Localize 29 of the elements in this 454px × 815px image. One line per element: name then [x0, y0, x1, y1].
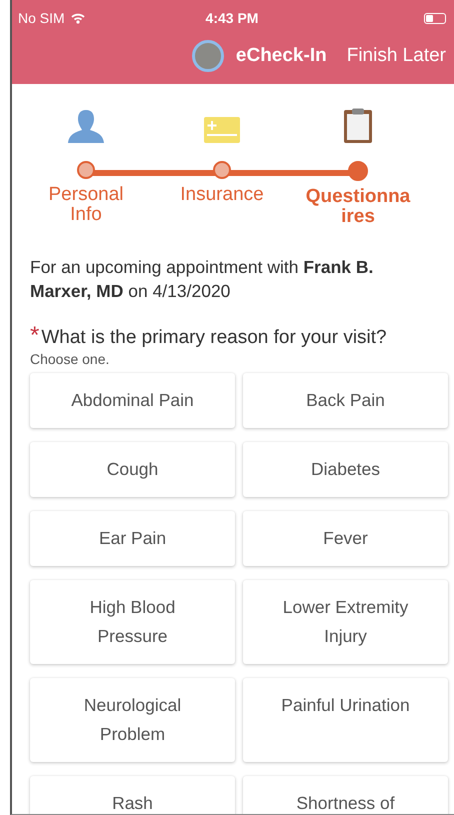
- required-asterisk: *: [30, 327, 40, 345]
- reason-option[interactable]: Diabetes: [243, 442, 448, 497]
- step-label[interactable]: Questionna ires: [303, 187, 413, 227]
- step-label[interactable]: Personal Info: [31, 185, 141, 225]
- reason-option[interactable]: Cough: [30, 442, 235, 497]
- reason-option[interactable]: Fever: [243, 511, 448, 566]
- avatar-placeholder: [192, 40, 224, 72]
- finish-later-button[interactable]: Finish Later: [346, 45, 446, 67]
- reason-option[interactable]: Neurological Problem: [30, 678, 235, 762]
- carrier-text: No SIM: [18, 10, 65, 26]
- card-icon: [203, 116, 241, 144]
- clock-time: 4:43 PM: [206, 10, 258, 26]
- reason-option[interactable]: Rash: [30, 776, 235, 814]
- app-title: eCheck-In: [236, 45, 327, 67]
- reason-option[interactable]: Lower Extremity Injury: [243, 580, 448, 664]
- clipboard-icon: [343, 108, 373, 144]
- reason-option[interactable]: Shortness of: [243, 776, 448, 814]
- wifi-icon: [70, 12, 85, 24]
- reason-option[interactable]: Painful Urination: [243, 678, 448, 762]
- question-text: What is the primary reason for your visit?: [41, 327, 387, 349]
- hint-text: Choose one.: [30, 351, 110, 367]
- person-icon: [66, 108, 106, 144]
- reason-option[interactable]: High Blood Pressure: [30, 580, 235, 664]
- reason-option[interactable]: Abdominal Pain: [30, 373, 235, 428]
- reason-option[interactable]: Ear Pain: [30, 511, 235, 566]
- appointment-text: For an upcoming appointment with Frank B. Marxer, MD on 4/13/2020: [30, 256, 374, 303]
- reason-option[interactable]: Back Pain: [243, 373, 448, 428]
- step-label[interactable]: Insurance: [167, 185, 277, 205]
- battery-icon: [424, 12, 446, 24]
